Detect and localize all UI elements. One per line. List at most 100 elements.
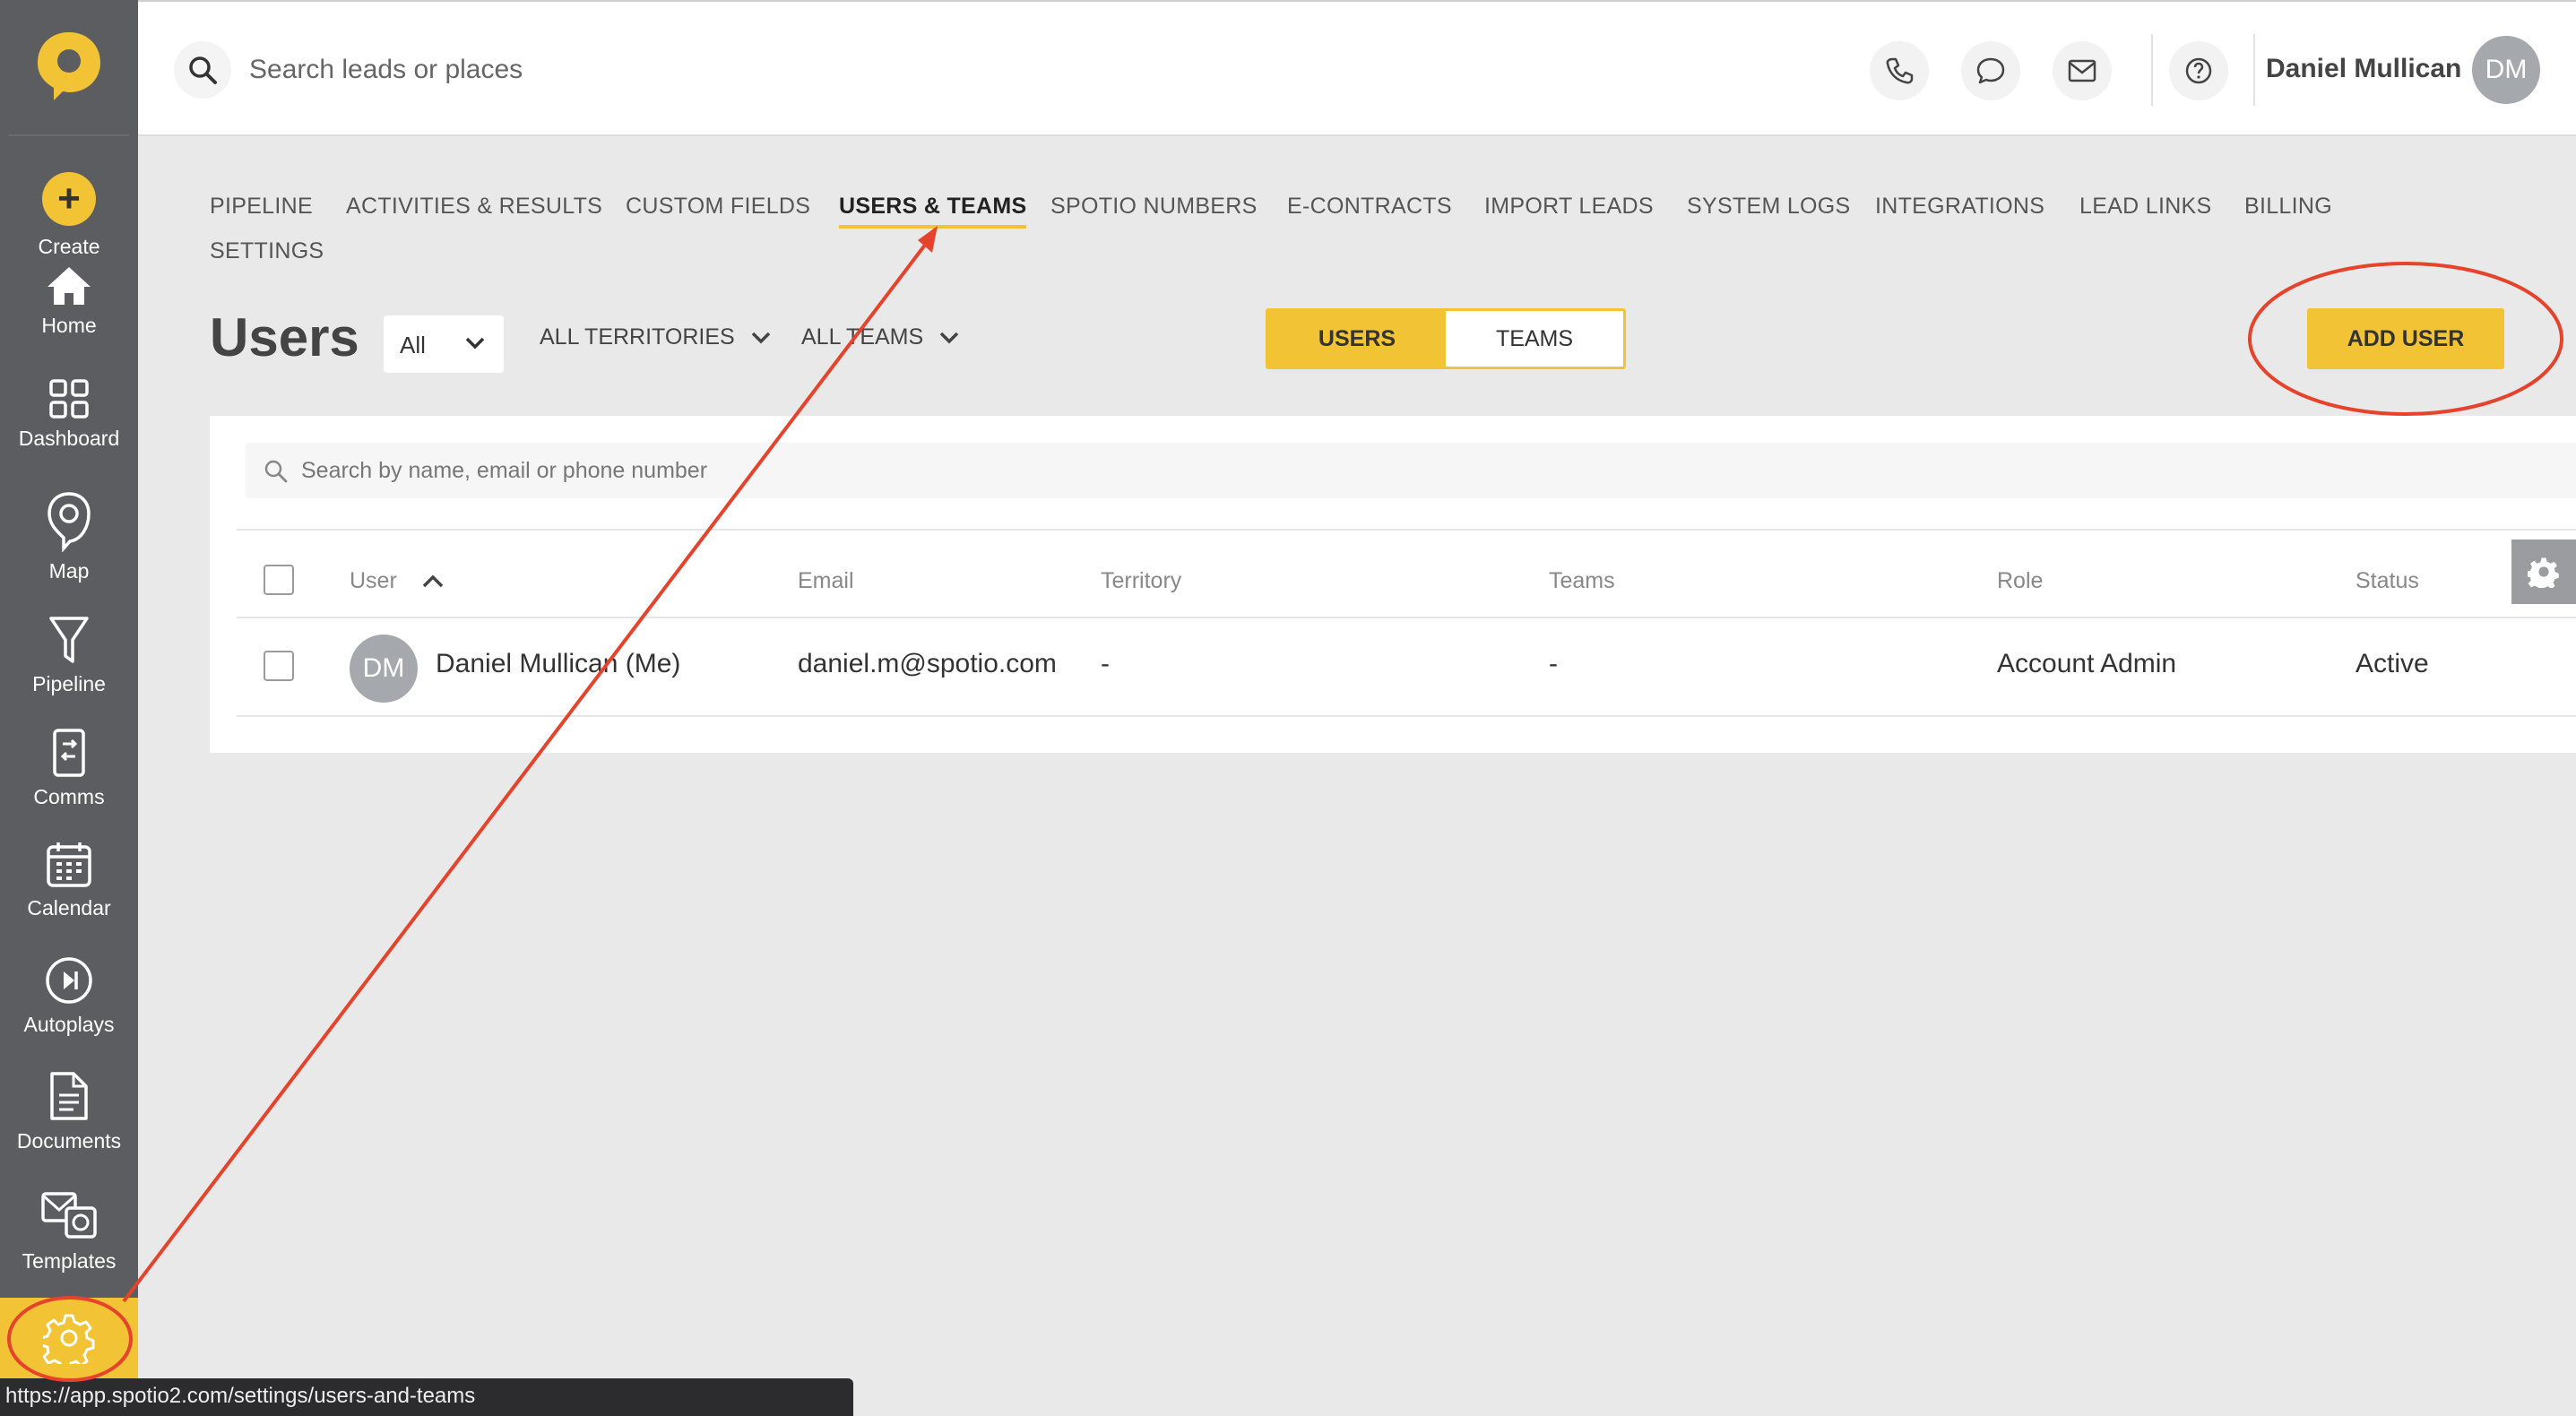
gear-icon [43, 1314, 95, 1364]
sidebar-item-comms[interactable]: Comms [0, 728, 138, 809]
chevron-down-icon [465, 337, 485, 350]
annotation-arrowhead [918, 226, 938, 253]
divider [237, 715, 2576, 717]
territories-dropdown-label: ALL TERRITORIES [540, 324, 735, 350]
teams-cell: - [1549, 649, 1558, 678]
column-header-email[interactable]: Email [798, 568, 854, 594]
tab-custom-fields[interactable]: CUSTOM FIELDS [626, 194, 810, 220]
teams-dropdown[interactable]: ALL TEAMS [801, 324, 960, 350]
sidebar-item-label: Home [41, 314, 97, 337]
phone-button[interactable] [1870, 41, 1929, 100]
column-header-territory[interactable]: Territory [1101, 568, 1181, 594]
column-header-role[interactable]: Role [1997, 568, 2043, 594]
search-icon [264, 460, 288, 483]
chevron-down-icon [939, 332, 959, 344]
chat-button[interactable] [1961, 41, 2020, 100]
tab-billing[interactable]: BILLING [2244, 194, 2332, 220]
email-cell: daniel.m@spotio.com [798, 649, 1057, 678]
select-all-checkbox[interactable] [264, 565, 294, 595]
map-pin-icon [48, 492, 91, 552]
logo-divider [9, 134, 129, 136]
divider [237, 617, 2576, 618]
table-settings-button[interactable] [2511, 540, 2576, 604]
sidebar-item-label: Comms [33, 785, 105, 808]
funnel-icon [49, 617, 89, 663]
sidebar-item-label: Calendar [27, 896, 111, 920]
phone-transfer-icon [53, 729, 85, 777]
templates-icon [41, 1192, 97, 1239]
gear-icon [2528, 557, 2559, 588]
role-cell: Account Admin [1997, 649, 2177, 678]
status-url-bar: https://app.spotio2.com/settings/users-a… [0, 1378, 853, 1416]
sidebar-item-map[interactable]: Map [0, 491, 138, 583]
sidebar-item-dashboard[interactable]: Dashboard [0, 378, 138, 451]
row-checkbox[interactable] [264, 651, 294, 681]
top-header: Daniel Mullican DM [138, 0, 2576, 136]
sidebar-item-pipeline[interactable]: Pipeline [0, 615, 138, 696]
divider [237, 529, 2576, 531]
sidebar-item-templates[interactable]: Templates [0, 1188, 138, 1274]
user-name-cell[interactable]: Daniel Mullican (Me) [436, 649, 680, 679]
users-table-card: User Email Territory Teams Role Status D… [210, 416, 2576, 753]
user-name[interactable]: Daniel Mullican [2266, 54, 2461, 84]
play-circle-icon [46, 957, 92, 1004]
search-icon [189, 56, 217, 84]
mail-button[interactable] [2053, 41, 2112, 100]
help-button[interactable] [2169, 41, 2228, 100]
table-search-input[interactable] [301, 453, 1646, 488]
sidebar-item-label: Create [38, 235, 100, 258]
table-search [246, 443, 2576, 498]
mail-icon [2068, 59, 2096, 82]
sidebar-item-label: Dashboard [18, 427, 120, 450]
sidebar-item-label: Pipeline [32, 672, 106, 695]
column-header-teams[interactable]: Teams [1549, 568, 1615, 594]
tab-system-logs[interactable]: SYSTEM LOGS [1687, 194, 1851, 220]
tab-lead-links[interactable]: LEAD LINKS [2079, 194, 2212, 220]
tab-pipeline[interactable]: PIPELINE [210, 194, 313, 220]
status-filter-select[interactable]: All [384, 315, 504, 373]
dashboard-icon [49, 379, 89, 419]
header-divider [2151, 34, 2153, 106]
users-teams-toggle: USERS TEAMS [1266, 308, 1626, 369]
spotio-logo-icon [38, 32, 100, 100]
sidebar-item-label: Autoplays [23, 1013, 115, 1036]
column-header-status[interactable]: Status [2356, 568, 2419, 594]
sidebar-item-home[interactable]: Home [0, 265, 138, 338]
sidebar-item-settings[interactable] [0, 1298, 138, 1378]
sidebar-item-create[interactable]: + Create [0, 172, 138, 259]
avatar[interactable]: DM [2472, 36, 2540, 104]
phone-icon [1886, 57, 1914, 84]
add-user-button[interactable]: ADD USER [2307, 308, 2504, 369]
tab-settings[interactable]: SETTINGS [210, 238, 324, 264]
status-filter-value: All [400, 332, 426, 358]
header-divider [2253, 34, 2255, 106]
tab-spotio-numbers[interactable]: SPOTIO NUMBERS [1050, 194, 1258, 220]
sidebar-item-calendar[interactable]: Calendar [0, 841, 138, 920]
teams-toggle-button[interactable]: TEAMS [1446, 311, 1623, 367]
sidebar-item-label: Templates [22, 1249, 117, 1273]
search-button[interactable] [174, 41, 231, 99]
avatar: DM [350, 635, 418, 703]
tab-e-contracts[interactable]: E-CONTRACTS [1287, 194, 1452, 220]
sidebar-item-label: Map [48, 559, 90, 583]
sidebar-item-label: Documents [16, 1129, 122, 1153]
tab-users-teams[interactable]: USERS & TEAMS [839, 194, 1027, 229]
teams-dropdown-label: ALL TEAMS [801, 324, 924, 350]
tab-import-leads[interactable]: IMPORT LEADS [1484, 194, 1654, 220]
plus-icon: + [42, 172, 96, 226]
sidebar-item-documents[interactable]: Documents [0, 1070, 138, 1153]
left-sidebar: + Create Home Dashboard Map Pipeline Com… [0, 0, 138, 1416]
annotation-arrow [122, 238, 930, 1303]
territories-dropdown[interactable]: ALL TERRITORIES [540, 324, 772, 350]
chevron-down-icon [751, 332, 770, 344]
users-toggle-button[interactable]: USERS [1268, 311, 1446, 367]
chevron-up-icon [422, 574, 443, 588]
tab-activities-results[interactable]: ACTIVITIES & RESULTS [346, 194, 602, 220]
tab-integrations[interactable]: INTEGRATIONS [1875, 194, 2044, 220]
chat-bubble-icon [1976, 57, 2005, 84]
page-title: Users [210, 307, 359, 367]
sidebar-item-autoplays[interactable]: Autoplays [0, 955, 138, 1037]
help-icon [2185, 57, 2212, 84]
search-input[interactable] [249, 48, 877, 91]
column-header-user[interactable]: User [350, 568, 445, 594]
